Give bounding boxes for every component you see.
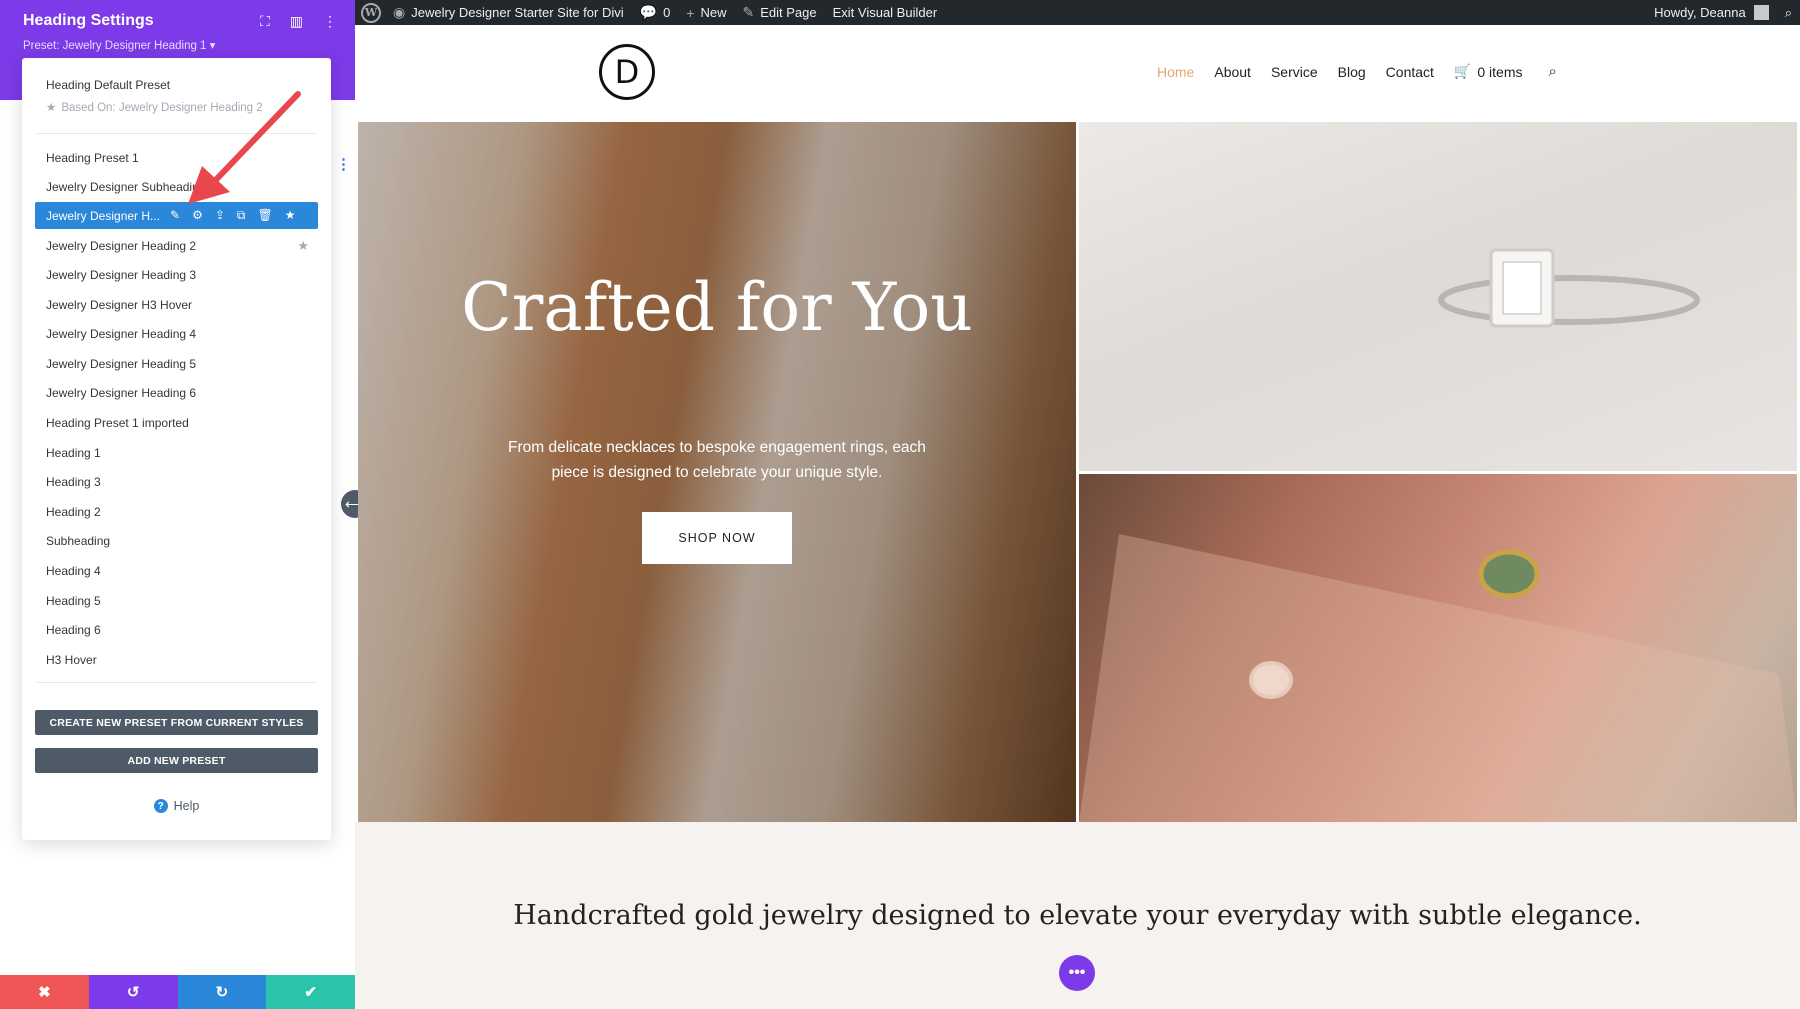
tagline-text: Handcrafted gold jewelry designed to ele… <box>513 900 1642 931</box>
ring-illustration <box>1438 248 1700 328</box>
star-icon: ★ <box>46 102 57 114</box>
redo-icon[interactable]: ↻ <box>177 975 267 1009</box>
cart-icon: 🛒 <box>1453 63 1472 79</box>
more-options-icon[interactable]: ⋮ <box>323 13 337 30</box>
comment-icon: 💬 <box>639 4 658 20</box>
wordpress-logo-icon[interactable]: W <box>361 2 381 23</box>
panel-footer: ✖ ↺ ↻ ✔ <box>0 975 355 1009</box>
preset-item[interactable]: Jewelry Designer Heading 6 <box>46 386 196 400</box>
main-nav: Home About Service Blog Contact 🛒 0 item… <box>1157 63 1557 80</box>
module-options-icon[interactable]: ⋮ <box>336 155 351 173</box>
divider <box>36 682 317 683</box>
builder-options-button[interactable]: ••• <box>1059 955 1095 991</box>
wp-admin-bar: W ◉ Jewelry Designer Starter Site for Di… <box>355 0 1800 25</box>
nav-item-home[interactable]: Home <box>1157 64 1194 80</box>
duplicate-icon[interactable]: ⧉ <box>237 208 246 223</box>
preset-item[interactable]: Jewelry Designer Heading 4 <box>46 327 196 341</box>
nav-item-contact[interactable]: Contact <box>1386 64 1434 80</box>
comments-link[interactable]: 💬 0 <box>632 0 679 25</box>
create-preset-from-styles-button[interactable]: CREATE NEW PRESET FROM CURRENT STYLES <box>35 710 318 735</box>
site-header: D Home About Service Blog Contact 🛒 0 it… <box>355 25 1800 121</box>
search-icon[interactable]: ⌕ <box>1548 63 1556 80</box>
preset-item[interactable]: Jewelry Designer Heading 3 <box>46 268 196 282</box>
fullscreen-icon[interactable]: ⛶ <box>260 13 270 30</box>
hero-image-ring <box>1079 122 1797 471</box>
preset-item[interactable]: Heading 6 <box>46 623 101 637</box>
panel-title: Heading Settings <box>23 12 154 29</box>
settings-panel: Heading Settings Preset: Jewelry Designe… <box>0 0 355 1009</box>
site-logo[interactable]: D <box>599 44 655 100</box>
nav-item-service[interactable]: Service <box>1271 64 1318 80</box>
close-icon[interactable]: ✖ <box>0 975 89 1009</box>
export-icon[interactable]: ⇪ <box>215 208 225 223</box>
hero-title: Crafted for You <box>461 269 973 346</box>
user-account-link[interactable]: Howdy, Deanna <box>1646 0 1777 25</box>
hand-illustration <box>1079 534 1797 822</box>
trash-icon[interactable]: 🗑 <box>257 208 272 223</box>
preset-item[interactable]: Jewelry Designer Heading 2 <box>46 239 196 253</box>
nav-item-about[interactable]: About <box>1214 64 1251 80</box>
hero-image-hand <box>1079 474 1797 822</box>
preset-item[interactable]: H3 Hover <box>46 653 97 667</box>
save-icon[interactable]: ✔ <box>266 975 355 1009</box>
avatar <box>1753 5 1769 20</box>
preset-item[interactable]: Heading Preset 1 imported <box>46 416 189 430</box>
annotation-arrow <box>188 91 301 204</box>
help-label: Help <box>173 799 200 813</box>
nav-item-blog[interactable]: Blog <box>1338 64 1366 80</box>
preset-item[interactable]: Heading 5 <box>46 594 101 608</box>
new-link[interactable]: + New <box>678 0 734 25</box>
split-view-icon[interactable]: ▥ <box>290 13 303 30</box>
plus-icon: + <box>686 4 695 21</box>
active-preset-label: Jewelry Designer H... <box>46 208 161 223</box>
preset-item[interactable]: Subheading <box>46 534 110 548</box>
gear-icon[interactable]: ⚙ <box>192 208 203 223</box>
preset-item[interactable]: Heading 3 <box>46 475 101 489</box>
site-name-link[interactable]: ◉ Jewelry Designer Starter Site for Divi <box>385 0 632 25</box>
star-icon: ★ <box>297 238 309 253</box>
hero-image-necklace: Crafted for You From delicate necklaces … <box>358 122 1076 822</box>
hero-subtitle: From delicate necklaces to bespoke engag… <box>508 439 926 481</box>
undo-icon[interactable]: ↺ <box>88 975 178 1009</box>
dashboard-icon: ◉ <box>393 4 406 20</box>
help-icon: ? <box>153 799 168 813</box>
preset-item[interactable]: Heading Preset 1 <box>46 151 139 165</box>
preset-item[interactable]: Heading 2 <box>46 505 101 519</box>
star-icon[interactable]: ★ <box>285 208 296 223</box>
preset-item[interactable]: Heading 1 <box>46 446 101 460</box>
admin-search-icon[interactable]: ⌕ <box>1777 0 1800 25</box>
edit-icon[interactable]: ✎ <box>170 208 180 223</box>
preset-item[interactable]: Jewelry Designer Heading 5 <box>46 357 196 371</box>
pencil-icon: ✎ <box>742 4 755 20</box>
add-new-preset-button[interactable]: ADD NEW PRESET <box>35 748 318 773</box>
edit-page-link[interactable]: ✎ Edit Page <box>735 0 825 25</box>
preset-item[interactable]: Heading 4 <box>46 564 101 578</box>
exit-visual-builder-link[interactable]: Exit Visual Builder <box>825 0 946 25</box>
preset-selector[interactable]: Preset: Jewelry Designer Heading 1 ▾ <box>23 38 215 52</box>
shop-now-button[interactable]: SHOP NOW <box>642 512 792 564</box>
cart-link[interactable]: 🛒 0 items <box>1454 63 1523 80</box>
help-link[interactable]: ? Help <box>22 799 331 813</box>
preset-item[interactable]: Jewelry Designer H3 Hover <box>46 298 192 312</box>
